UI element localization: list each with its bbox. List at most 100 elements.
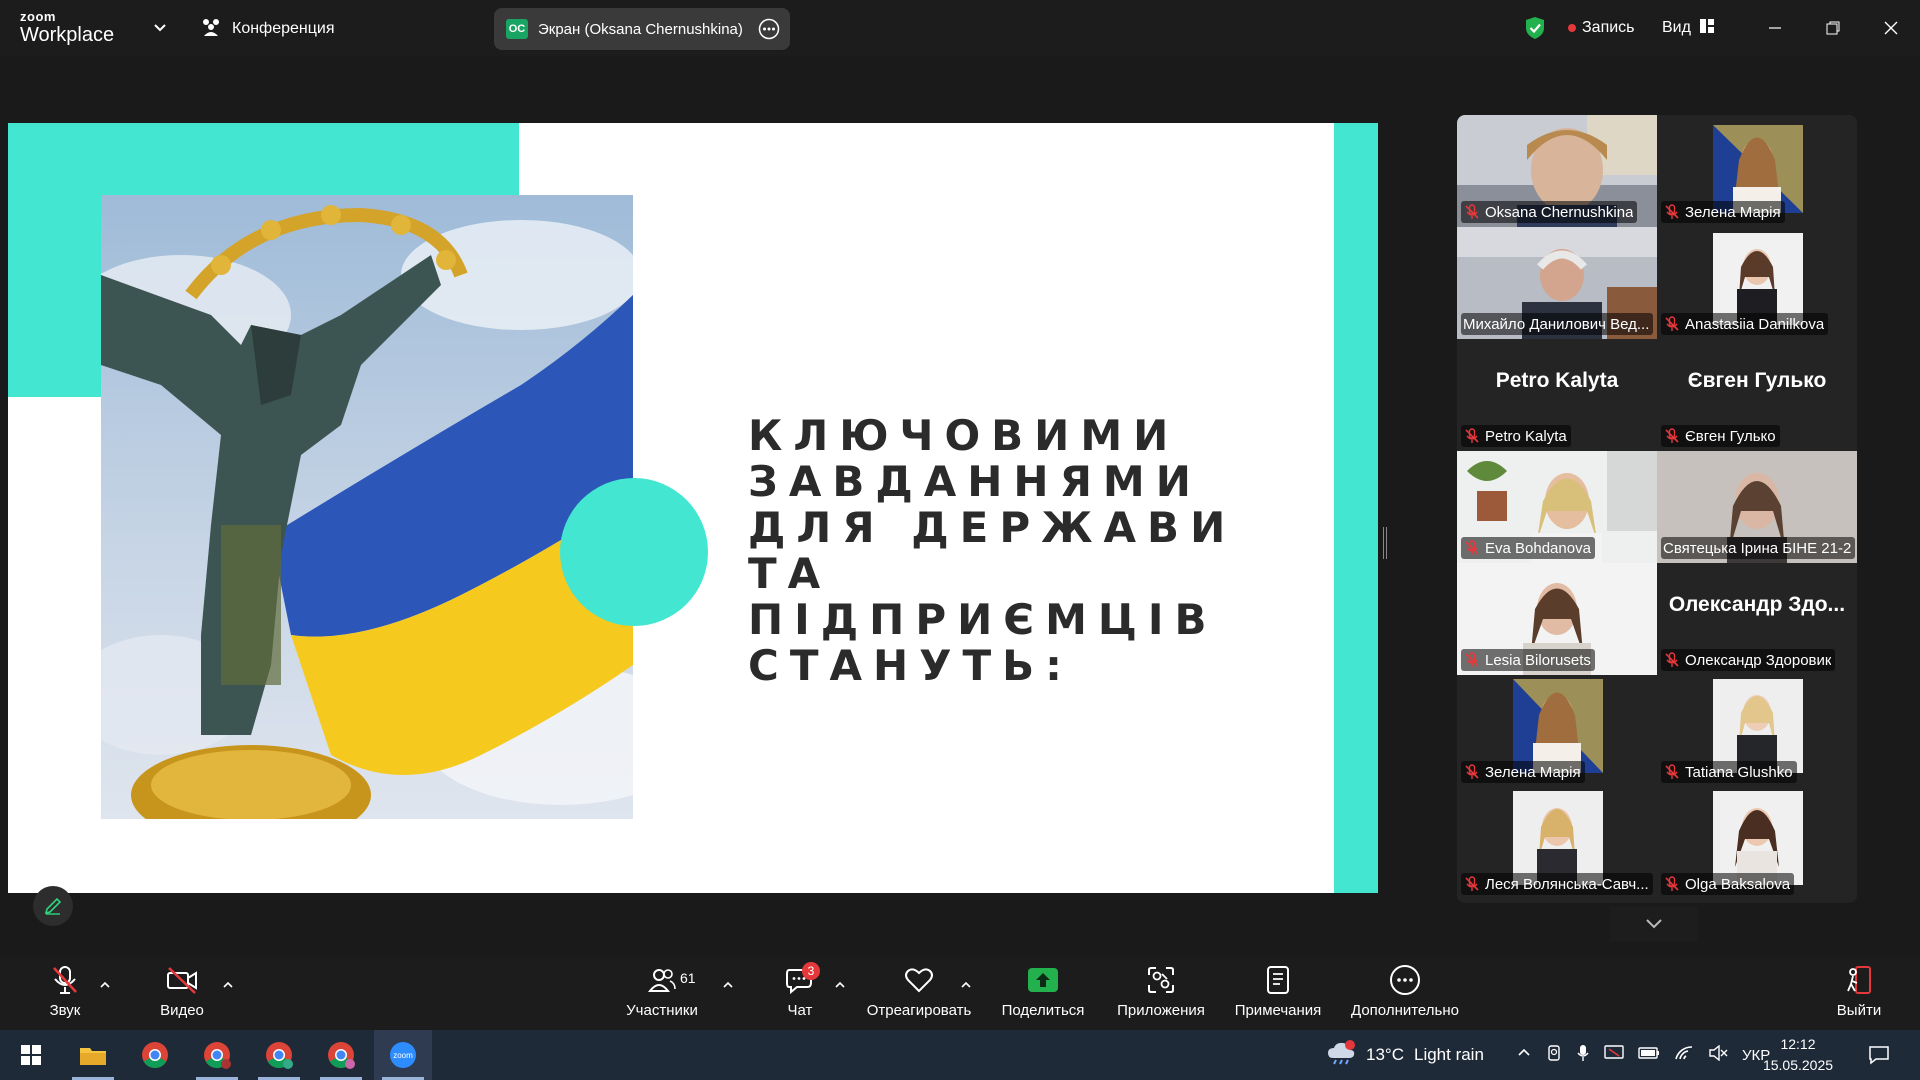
participant-name-tag: Зелена Марія bbox=[1461, 761, 1585, 783]
chevron-down-icon[interactable] bbox=[150, 18, 170, 38]
participant-tile[interactable]: Lesia Bilorusets bbox=[1457, 563, 1657, 675]
chat-button[interactable]: 3 Чат bbox=[780, 962, 820, 1024]
mic-muted-icon bbox=[45, 962, 85, 998]
heading-line: ДЛЯ ДЕРЖАВИ ТА bbox=[748, 503, 1237, 598]
participant-tile[interactable]: Зелена Марія bbox=[1657, 115, 1857, 227]
participant-tile[interactable]: Oksana Chernushkina bbox=[1457, 115, 1657, 227]
weather-widget[interactable]: 13°C Light rain bbox=[1326, 1030, 1484, 1080]
chrome-icon[interactable] bbox=[126, 1030, 184, 1080]
microphone-tray-icon[interactable] bbox=[1576, 1044, 1590, 1067]
record-indicator[interactable]: Запись bbox=[1568, 14, 1635, 42]
share-screen-icon bbox=[1023, 962, 1063, 998]
participants-options-chevron-icon[interactable] bbox=[721, 978, 735, 992]
heading-line: СТАНУТЬ: bbox=[748, 641, 1073, 690]
grid-view-icon bbox=[1699, 18, 1715, 39]
screen-share-pill[interactable]: OC Экран (Oksana Chernushkina) bbox=[494, 8, 790, 50]
notification-center-icon[interactable] bbox=[1850, 1030, 1908, 1080]
windows-start-icon[interactable] bbox=[2, 1030, 60, 1080]
participant-tile[interactable]: Євген Гулько Євген Гулько bbox=[1657, 339, 1857, 451]
heading-line: ЗАВДАННЯМИ bbox=[748, 457, 1202, 506]
file-explorer-icon[interactable] bbox=[64, 1030, 122, 1080]
more-icon bbox=[1385, 962, 1425, 998]
notes-button[interactable]: Примечания bbox=[1233, 962, 1323, 1024]
participant-display-name: Petro Kalyta bbox=[1495, 369, 1619, 392]
participant-tile[interactable]: Михайло Данилович Вед... bbox=[1457, 227, 1657, 339]
apps-icon bbox=[1141, 962, 1181, 998]
participant-tile[interactable]: Зелена Марія bbox=[1457, 675, 1657, 787]
zoom-app-icon[interactable]: zoom bbox=[374, 1030, 432, 1080]
participants-label: Участники bbox=[626, 1002, 698, 1019]
video-options-chevron-icon[interactable] bbox=[221, 978, 235, 992]
slide-teal-circle bbox=[560, 478, 708, 626]
video-label: Видео bbox=[160, 1002, 204, 1019]
react-options-chevron-icon[interactable] bbox=[959, 978, 973, 992]
leave-button[interactable]: Выйти bbox=[1835, 962, 1883, 1024]
annotate-pencil-icon[interactable] bbox=[33, 886, 73, 926]
participants-button[interactable]: 61 Участники bbox=[622, 962, 702, 1024]
system-clock[interactable]: 12:12 15.05.2025 bbox=[1762, 1034, 1834, 1076]
chrome-profile-icon[interactable] bbox=[188, 1030, 246, 1080]
view-label: Вид bbox=[1662, 19, 1691, 36]
participant-tile[interactable]: Olga Baksalova bbox=[1657, 787, 1857, 899]
camera-tray-icon[interactable] bbox=[1546, 1044, 1562, 1067]
more-button[interactable]: Дополнительно bbox=[1348, 962, 1462, 1024]
minimize-icon[interactable] bbox=[1760, 14, 1790, 42]
clock-date: 15.05.2025 bbox=[1762, 1057, 1834, 1073]
chrome-profile-icon[interactable] bbox=[250, 1030, 308, 1080]
participant-tile[interactable]: Олександр Здо... Олександр Здоровик bbox=[1657, 563, 1857, 675]
mic-muted-icon bbox=[1665, 204, 1679, 219]
participant-name-tag: Oksana Chernushkina bbox=[1461, 201, 1638, 223]
panel-resize-handle[interactable] bbox=[1382, 525, 1388, 561]
chrome-profile-icon[interactable] bbox=[312, 1030, 370, 1080]
battery-icon[interactable] bbox=[1638, 1045, 1660, 1065]
presenter-avatar: OC bbox=[506, 19, 528, 39]
system-tray: УКР bbox=[1516, 1030, 1770, 1080]
tray-chevron-up-icon[interactable] bbox=[1516, 1045, 1532, 1066]
participant-name-tag: Михайло Данилович Вед... bbox=[1461, 313, 1654, 335]
participant-tile[interactable]: Petro Kalyta Petro Kalyta bbox=[1457, 339, 1657, 451]
clock-time: 12:12 bbox=[1780, 1036, 1816, 1052]
participant-tile[interactable]: Anastasiia Danilkova bbox=[1657, 227, 1857, 339]
screen-share-tray-icon[interactable] bbox=[1604, 1044, 1624, 1067]
audio-button[interactable]: Звук bbox=[45, 962, 85, 1024]
close-icon[interactable] bbox=[1876, 14, 1906, 42]
share-button[interactable]: Поделиться bbox=[1001, 962, 1085, 1024]
view-menu[interactable]: Вид bbox=[1662, 14, 1715, 42]
share-label: Поделиться bbox=[1001, 1002, 1085, 1019]
video-button[interactable]: Видео bbox=[158, 962, 206, 1024]
zoom-workplace-logo[interactable]: zoom Workplace bbox=[20, 10, 140, 48]
participant-name-tag: Anastasiia Danilkova bbox=[1661, 313, 1829, 335]
conference-menu[interactable]: Конференция bbox=[200, 14, 335, 44]
audio-options-chevron-icon[interactable] bbox=[98, 978, 112, 992]
react-button[interactable]: Отреагировать bbox=[866, 962, 972, 1024]
svg-text:zoom: zoom bbox=[393, 1051, 413, 1060]
mic-muted-icon bbox=[1665, 876, 1679, 891]
record-dot-icon bbox=[1568, 24, 1576, 32]
react-label: Отреагировать bbox=[866, 1002, 972, 1019]
mic-muted-icon bbox=[1465, 652, 1479, 667]
participants-count: 61 bbox=[680, 970, 696, 986]
wifi-icon[interactable] bbox=[1674, 1045, 1694, 1066]
participant-name-tag: Олександр Здоровик bbox=[1661, 649, 1836, 671]
participant-name-tag: Леся Волянська-Савч... bbox=[1461, 873, 1653, 895]
apps-button[interactable]: Приложения bbox=[1114, 962, 1208, 1024]
chat-options-chevron-icon[interactable] bbox=[833, 978, 847, 992]
more-options-icon[interactable] bbox=[758, 18, 780, 40]
participant-display-name: Олександр Здо... bbox=[1668, 593, 1846, 616]
participant-tile[interactable]: Eva Bohdanova bbox=[1457, 451, 1657, 563]
gallery-scroll-down-icon[interactable] bbox=[1610, 906, 1698, 942]
participant-tile[interactable]: Леся Волянська-Савч... bbox=[1457, 787, 1657, 899]
volume-muted-icon[interactable] bbox=[1708, 1044, 1728, 1066]
participant-tile-active-speaker[interactable]: Святецька Ірина БІНЕ 21-2 bbox=[1657, 451, 1857, 563]
participant-gallery[interactable]: Oksana Chernushkina Зелена Марія Михайло… bbox=[1457, 115, 1857, 903]
mic-muted-icon bbox=[1465, 876, 1479, 891]
apps-label: Приложения bbox=[1117, 1002, 1205, 1019]
mic-muted-icon bbox=[1665, 764, 1679, 779]
participant-name-tag: Зелена Марія bbox=[1661, 201, 1785, 223]
participant-tile[interactable]: Tatiana Glushko bbox=[1657, 675, 1857, 787]
shared-slide: КЛЮЧОВИМИ ЗАВДАННЯМИ ДЛЯ ДЕРЖАВИ ТА ПІДП… bbox=[8, 123, 1378, 893]
weather-temp: 13°C bbox=[1366, 1045, 1404, 1064]
record-label: Запись bbox=[1582, 19, 1635, 36]
restore-icon[interactable] bbox=[1818, 14, 1848, 42]
security-shield-icon[interactable] bbox=[1524, 14, 1546, 42]
